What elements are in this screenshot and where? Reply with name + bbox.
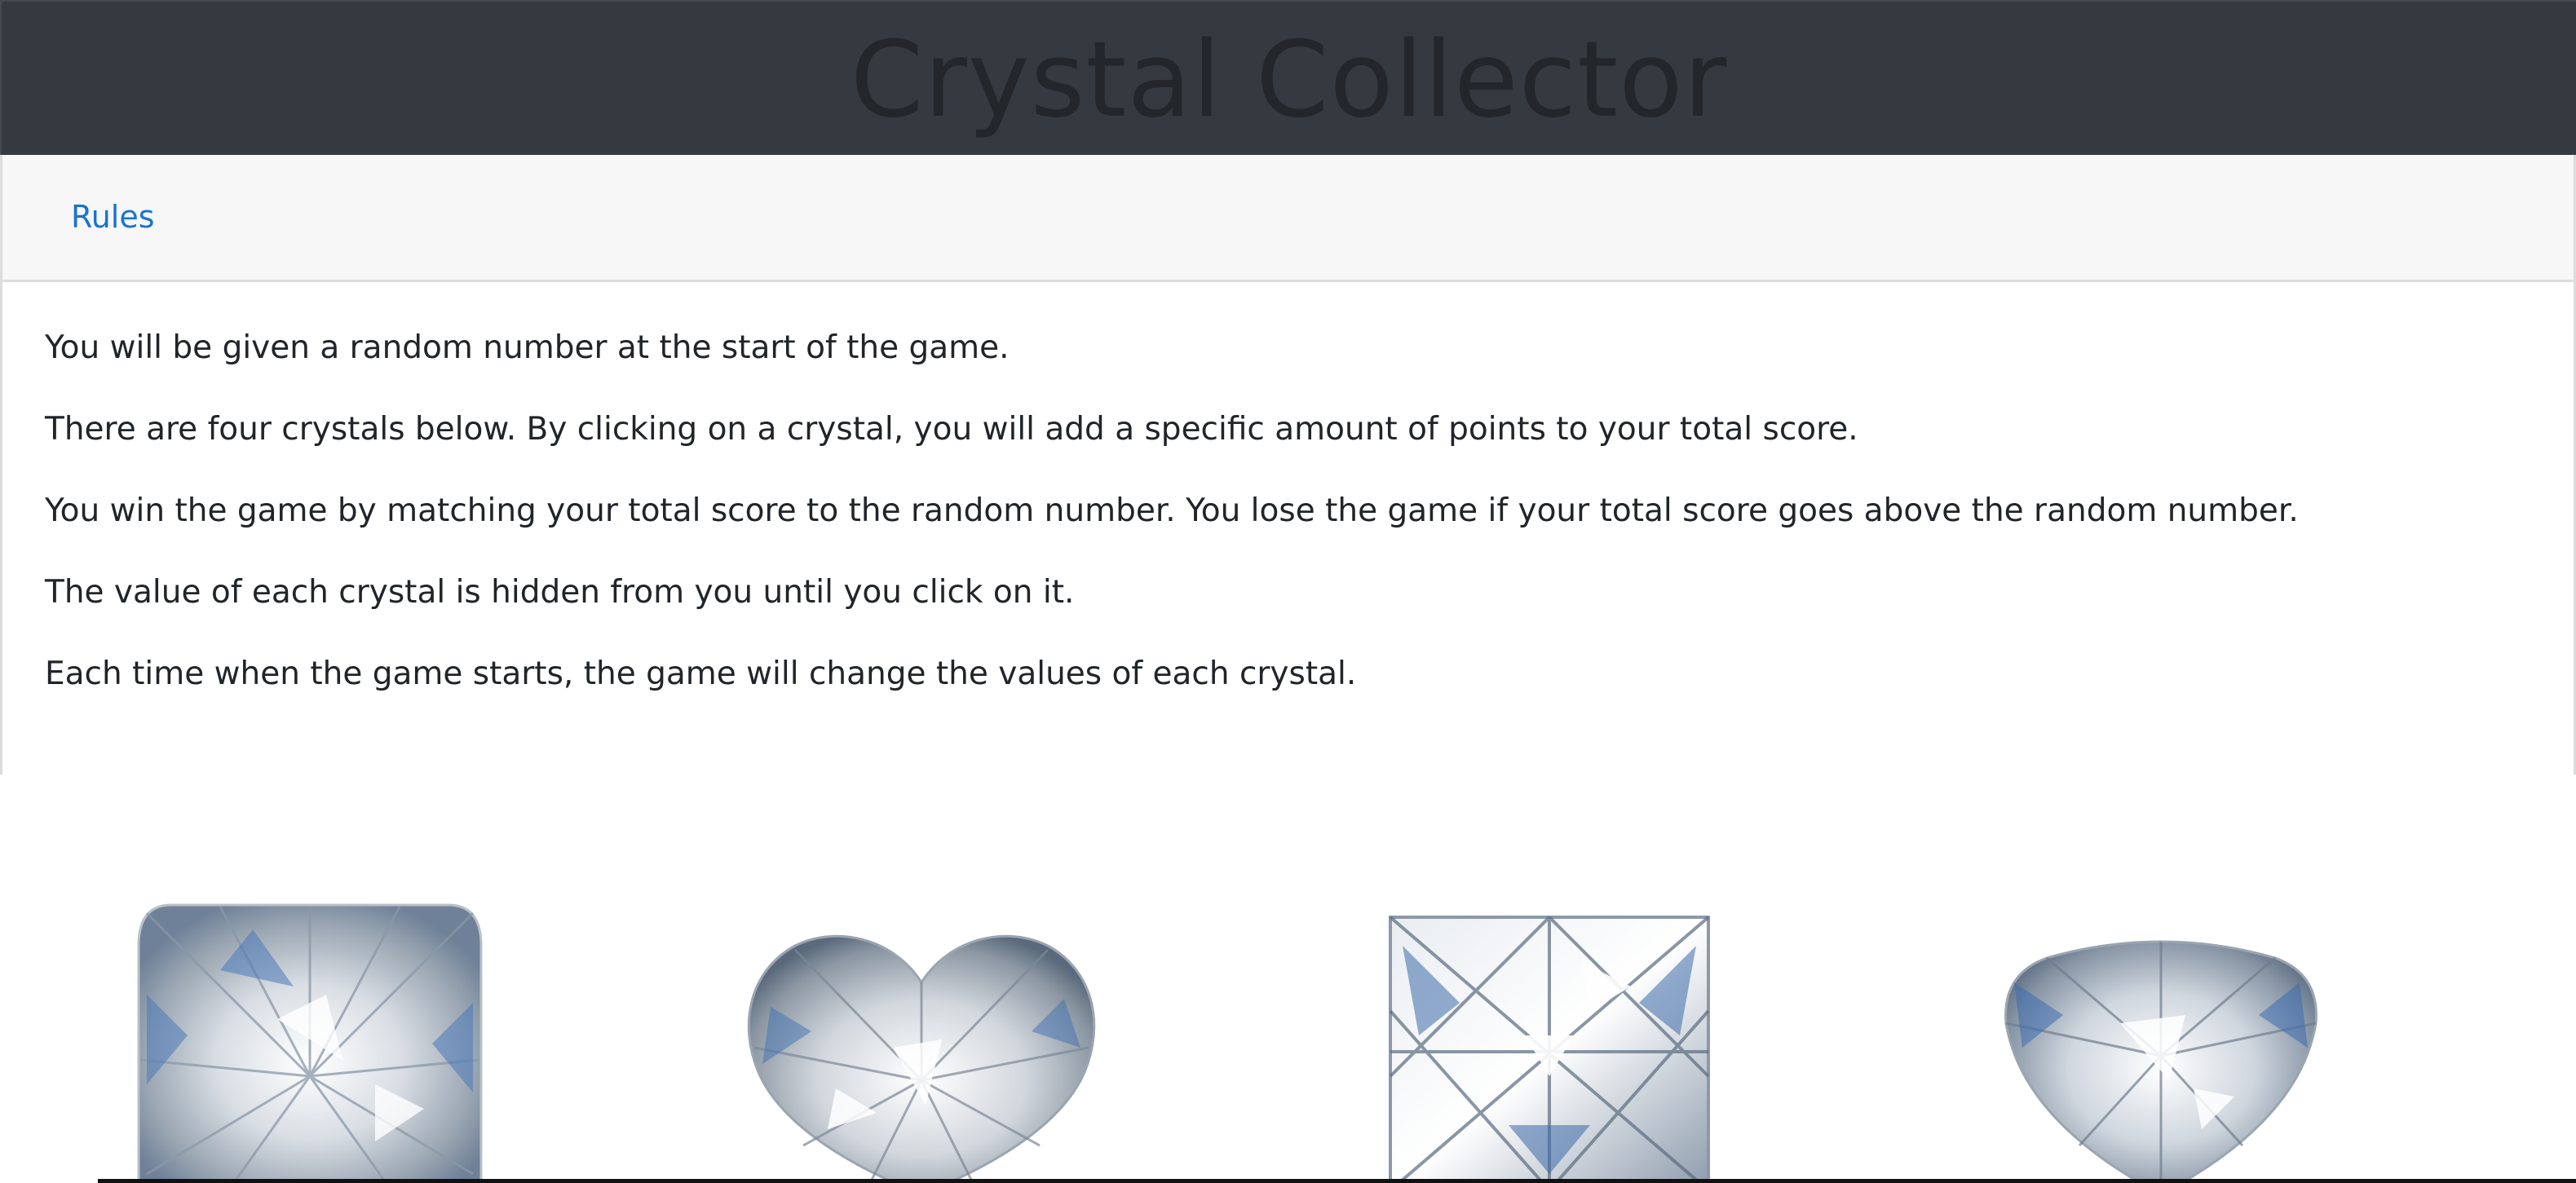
heart-crystal-icon: [747, 934, 1096, 1183]
bottom-divider: [0, 1179, 2576, 1183]
rule-paragraph: There are four crystals below. By clicki…: [45, 411, 1858, 448]
rule-paragraph: You win the game by matching your total …: [45, 492, 2299, 529]
crystal-1-button[interactable]: [130, 897, 489, 1183]
rules-card: Rules You will be given a random number …: [0, 155, 2576, 775]
rules-card-header: Rules: [2, 155, 2574, 282]
page-title: Crystal Collector: [850, 20, 1728, 141]
crystal-3-button[interactable]: [1386, 913, 1712, 1183]
rules-body: You will be given a random number at the…: [2, 282, 2574, 695]
rule-paragraph: Each time when the game starts, the game…: [45, 656, 1357, 692]
site-header: Crystal Collector: [0, 0, 2576, 155]
crystal-4-button[interactable]: [1998, 934, 2324, 1183]
princess-crystal-icon: [1389, 916, 1710, 1183]
crystal-2-button[interactable]: [738, 925, 1105, 1183]
rule-paragraph: You will be given a random number at the…: [45, 329, 1010, 366]
rule-paragraph: The value of each crystal is hidden from…: [45, 574, 1075, 611]
crystal-row: [0, 881, 2576, 1183]
cushion-crystal-icon: [137, 903, 483, 1183]
trillion-crystal-icon: [2004, 940, 2318, 1183]
rules-tab-link[interactable]: Rules: [71, 199, 155, 235]
